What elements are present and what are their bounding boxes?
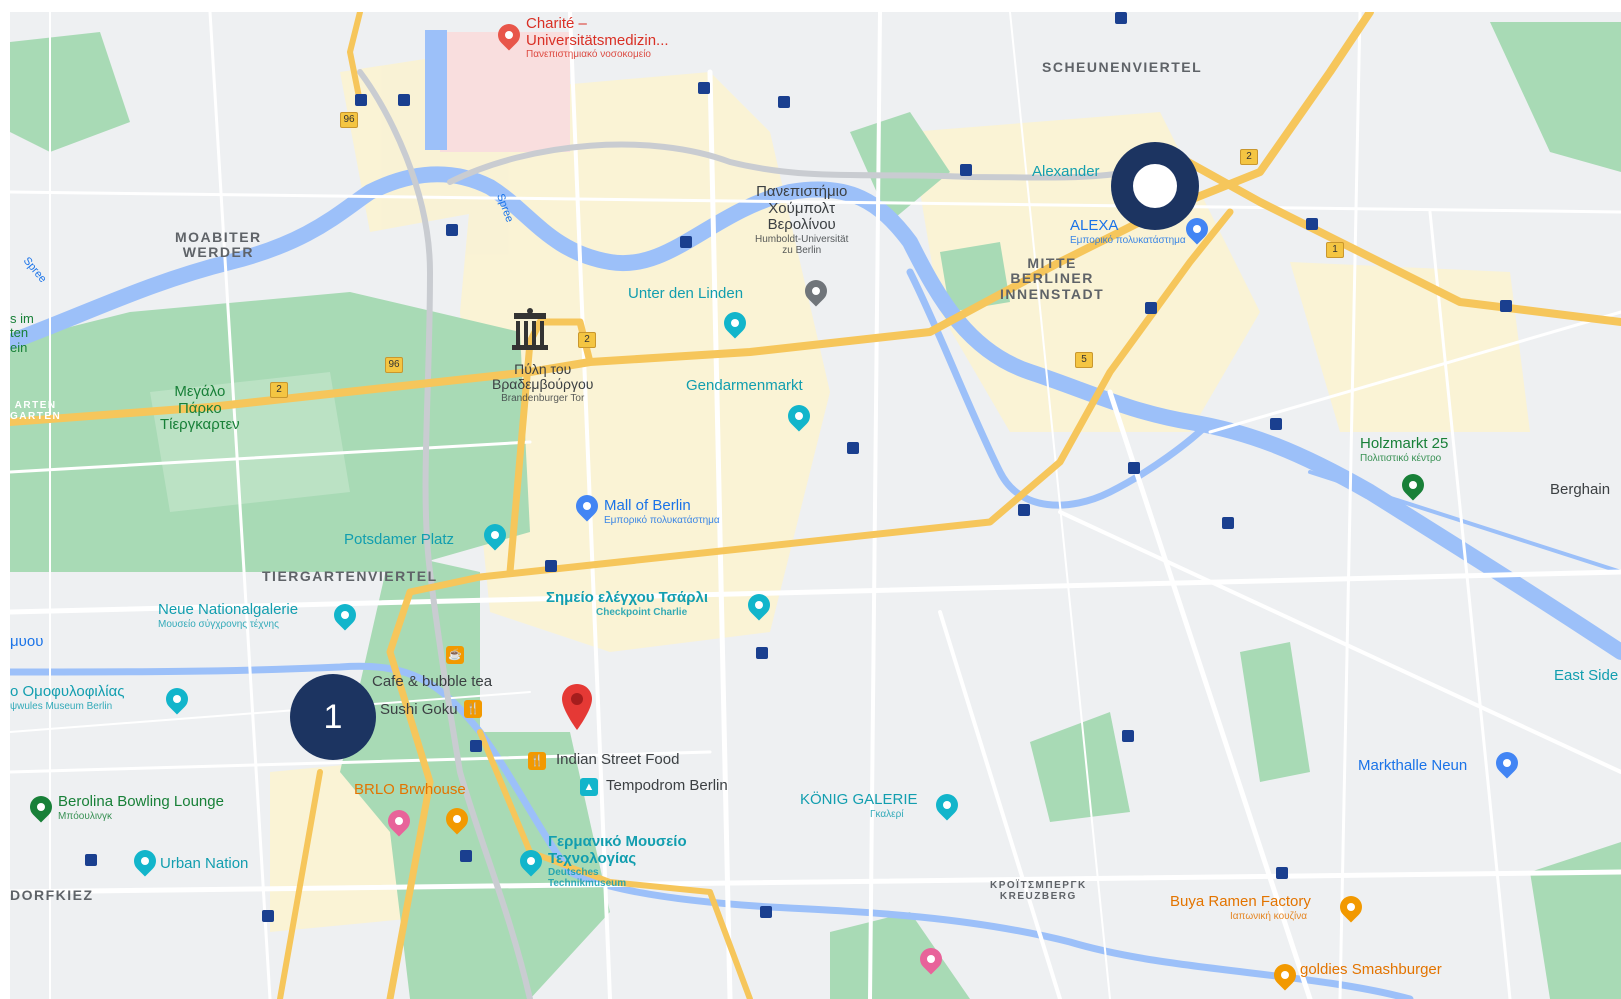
transit-icon[interactable] — [760, 906, 772, 918]
place-label-charite[interactable]: Charité – Universitätsmedizin... Πανεπιστ… — [526, 15, 669, 60]
place-label-brandenburger[interactable]: Πύλη του Βραδεμβούργου Brandenburger Tor — [492, 361, 593, 404]
transit-icon[interactable] — [470, 740, 482, 752]
place-label-east-side[interactable]: East Side — [1554, 667, 1618, 685]
transit-icon[interactable] — [680, 236, 692, 248]
place-label-potsdamer-platz[interactable]: Potsdamer Platz — [344, 531, 454, 549]
restaurant-icon[interactable]: 🍴 — [528, 752, 546, 770]
place-label-gendarmenmarkt[interactable]: Gendarmenmarkt — [686, 377, 803, 395]
transit-icon[interactable] — [1122, 730, 1134, 742]
place-label-alexanderplatz[interactable]: Alexander — [1032, 163, 1100, 181]
transit-icon[interactable] — [756, 647, 768, 659]
route-marker-destination[interactable] — [1111, 142, 1199, 230]
place-label-berghain[interactable]: Berghain — [1550, 481, 1610, 499]
transit-icon[interactable] — [398, 94, 410, 106]
place-label-unter-den-linden[interactable]: Unter den Linden — [628, 285, 743, 303]
transit-icon[interactable] — [545, 560, 557, 572]
transit-icon[interactable] — [460, 850, 472, 862]
place-label-edge: s im ten ein — [10, 311, 34, 355]
road-shield: 5 — [1075, 352, 1093, 368]
road-shield: 96 — [385, 357, 403, 373]
transit-icon[interactable] — [1018, 504, 1030, 516]
place-label-markthalle[interactable]: Markthalle Neun — [1358, 757, 1467, 775]
place-label-holzmarkt[interactable]: Holzmarkt 25 Πολιτιστικό κέντρο — [1360, 435, 1448, 463]
place-label-konig-galerie[interactable]: KÖNIG GALERIE Γκαλερί — [800, 791, 918, 819]
place-label-cafe-bubble-tea[interactable]: Cafe & bubble tea — [372, 673, 492, 691]
transit-icon[interactable] — [1128, 462, 1140, 474]
place-label-brlo[interactable]: BRLO Brwhouse — [354, 781, 466, 799]
transit-icon[interactable] — [1270, 418, 1282, 430]
monument-icon[interactable] — [508, 307, 552, 353]
road-shield: 1 — [1326, 242, 1344, 258]
place-label-indian-street-food[interactable]: Indian Street Food — [556, 751, 679, 769]
map-view[interactable]: 96 96 2 2 1 5 2 SCHEUNENVIERTEL MOABITER… — [10, 12, 1621, 999]
transit-icon[interactable] — [446, 224, 458, 236]
transit-icon[interactable] — [778, 96, 790, 108]
map-base-layer — [10, 12, 1621, 999]
restaurant-icon[interactable]: 🍴 — [464, 700, 482, 718]
transit-icon[interactable] — [85, 854, 97, 866]
district-label: MITTE BERLINER INNENSTADT — [1000, 255, 1105, 302]
road-shield: 2 — [1240, 149, 1258, 165]
place-label-checkpoint[interactable]: Σημείο ελέγχου Τσάρλι Checkpoint Charlie — [546, 589, 708, 617]
place-label-edge: μυου — [10, 633, 44, 650]
parks — [10, 22, 1621, 999]
district-label: DORFKIEZ — [10, 887, 94, 903]
place-label-buya-ramen[interactable]: Buya Ramen Factory Ιαπωνική κουζίνα — [1170, 893, 1311, 921]
road-shield: 2 — [578, 332, 596, 348]
transit-icon[interactable] — [1115, 12, 1127, 24]
district-label: TIERGARTENVIERTEL — [262, 568, 438, 584]
place-label-technikmuseum[interactable]: Γερμανικό Μουσείο Τεχνολογίας Deutsches T… — [548, 833, 687, 889]
district-label: MOABITER WERDER — [175, 229, 262, 261]
transit-icon[interactable] — [1306, 218, 1318, 230]
transit-icon[interactable] — [1500, 300, 1512, 312]
transit-icon[interactable] — [355, 94, 367, 106]
cafe-icon[interactable]: ☕ — [446, 646, 464, 664]
selected-location-pin[interactable] — [562, 684, 592, 730]
place-label-tempodrom[interactable]: Tempodrom Berlin — [606, 777, 728, 795]
place-label-sushi-goku[interactable]: Sushi Goku — [380, 701, 458, 719]
transit-icon[interactable] — [1222, 517, 1234, 529]
transit-icon[interactable] — [1145, 302, 1157, 314]
district-label: ΚΡΟΪΤΣΜΠΕΡΓΚ KREUZBERG — [990, 880, 1087, 902]
place-label-urban-nation[interactable]: Urban Nation — [160, 855, 248, 873]
place-label-humboldt[interactable]: Πανεπιστήμιο Χούμπολτ Βερολίνου Humboldt-… — [755, 183, 848, 255]
harbor-basin — [425, 30, 447, 150]
route-marker-1[interactable]: 1 — [290, 674, 376, 760]
transit-icon[interactable] — [960, 164, 972, 176]
district-label: SCHEUNENVIERTEL — [1042, 59, 1203, 75]
road-shield: 2 — [270, 382, 288, 398]
transit-icon[interactable] — [262, 910, 274, 922]
place-label-schwules-museum[interactable]: ο Ομοφυλοφιλίας ψwules Museum Berlin — [10, 683, 125, 711]
venue-icon[interactable]: ▲ — [580, 778, 598, 796]
place-label-neue-nationalgalerie[interactable]: Neue Nationalgalerie Μουσείο σύγχρονης τέ… — [158, 601, 298, 629]
road-shield: 96 — [340, 112, 358, 128]
place-label-edge: ARTEN GARTEN — [10, 400, 62, 422]
transit-icon[interactable] — [1276, 867, 1288, 879]
transit-icon[interactable] — [698, 82, 710, 94]
transit-icon[interactable] — [847, 442, 859, 454]
place-label-goldies[interactable]: goldies Smashburger — [1300, 961, 1442, 979]
place-label-berolina[interactable]: Berolina Bowling Lounge Μπόουλινγκ — [58, 793, 224, 821]
place-label-tiergarten[interactable]: Μεγάλο Πάρκο Τίεργκαρτεν — [160, 383, 240, 434]
place-label-mall-of-berlin[interactable]: Mall of Berlin Εμπορικό πολυκατάστημα — [604, 497, 720, 525]
